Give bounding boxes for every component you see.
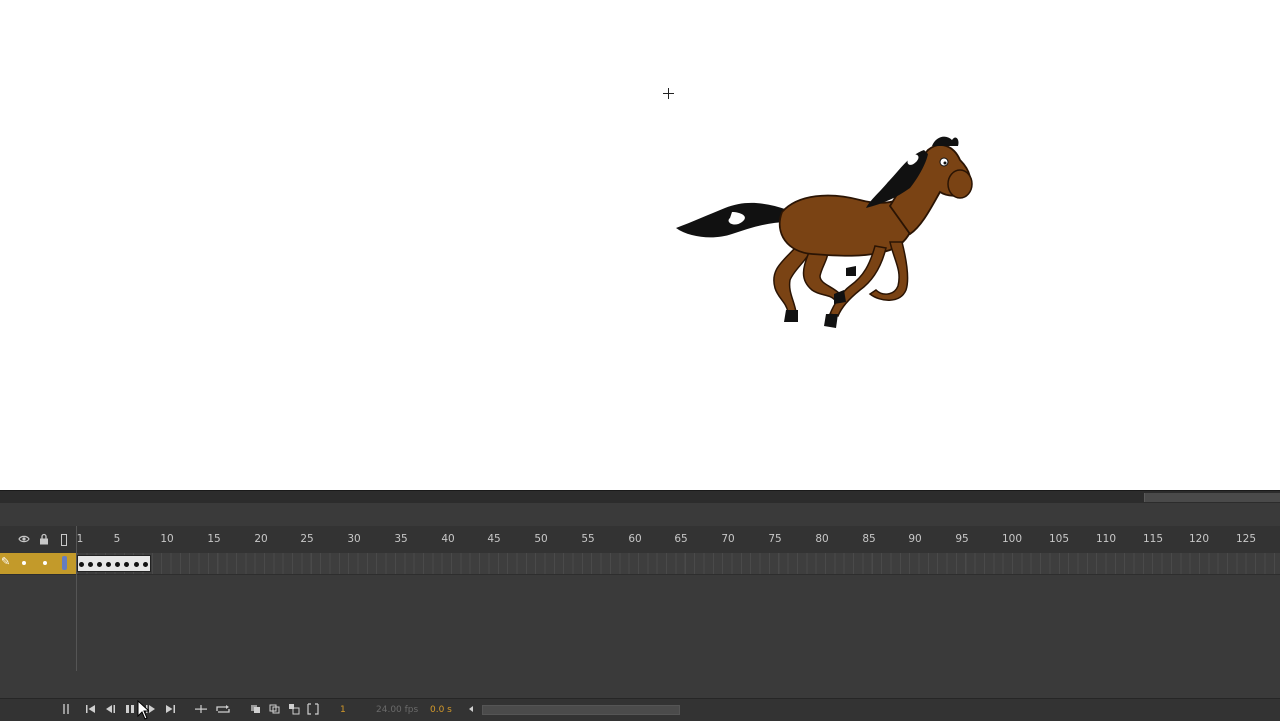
ruler-label: 20 [254,533,268,545]
timeline-panel: 1 5 10 15 20 25 30 35 40 45 50 55 60 65 … [0,526,1280,721]
empty-layer-area[interactable] [0,575,1280,698]
ruler-label: 105 [1048,533,1070,545]
timeline-scroll-thumb[interactable] [482,705,680,715]
step-back-icon[interactable] [104,703,118,717]
ruler-label: 125 [1235,533,1257,545]
ruler-label: 55 [581,533,595,545]
ruler-label: 75 [768,533,782,545]
crosshair-icon [662,87,675,100]
go-to-first-frame-icon[interactable] [84,703,98,717]
keyframe[interactable] [143,562,148,567]
frame-rate[interactable]: 24.00 fps [376,704,418,716]
pencil-icon: ✎ [1,555,11,568]
visibility-dot[interactable] [22,561,26,565]
ruler-label: 115 [1142,533,1164,545]
ruler-label: 85 [862,533,876,545]
eye-icon[interactable] [18,533,30,545]
scroll-left-icon[interactable] [466,703,476,717]
ruler-label: 90 [908,533,922,545]
ruler-label: 110 [1095,533,1117,545]
ruler-label: 40 [441,533,455,545]
onion-skin-outlines-icon[interactable] [268,703,282,717]
keyframe[interactable] [79,562,84,567]
layer-column-divider [76,526,77,671]
timeline-toolbar: 1 24.00 fps 0.0 s [0,698,1280,721]
ruler-label: 100 [1001,533,1023,545]
layer-row[interactable]: ✎ [0,553,1280,575]
center-frame-icon[interactable] [194,703,208,717]
keyframe[interactable] [124,562,129,567]
lock-icon[interactable] [38,533,50,545]
lock-dot[interactable] [43,561,47,565]
keyframe[interactable] [134,562,139,567]
ruler-label: 120 [1188,533,1210,545]
ruler-label: 35 [394,533,408,545]
ruler-label: 70 [721,533,735,545]
stage-scroll-thumb[interactable] [1144,493,1280,502]
ruler-label: 60 [628,533,642,545]
ruler-label: 80 [815,533,829,545]
onion-skin-icon[interactable] [249,703,263,717]
ruler-label: 50 [534,533,548,545]
frames-strip[interactable] [77,553,1280,574]
stage-canvas[interactable] [0,0,1280,490]
elapsed-time[interactable]: 0.0 s [430,704,452,716]
frame-ruler[interactable]: 1 5 10 15 20 25 30 35 40 45 50 55 60 65 … [0,526,1280,554]
ruler-label: 25 [300,533,314,545]
loop-icon[interactable] [215,703,231,717]
ruler-label: 1 [76,533,84,545]
keyframe[interactable] [106,562,111,567]
ruler-label: 15 [207,533,221,545]
mouse-cursor-icon [137,700,149,720]
horse-illustration[interactable] [670,130,980,345]
modify-markers-icon[interactable] [306,703,320,717]
panel-divider [0,503,1280,526]
ruler-label: 95 [955,533,969,545]
layer-name-cell[interactable]: ✎ [0,553,76,574]
current-frame[interactable]: 1 [340,704,346,716]
keyframe[interactable] [97,562,102,567]
playhead-marker[interactable] [62,556,67,570]
go-to-last-frame-icon[interactable] [163,703,177,717]
play-pause-icon[interactable] [123,703,137,717]
ruler-label: 30 [347,533,361,545]
ruler-label: 65 [674,533,688,545]
panel-grip-icon[interactable] [62,703,70,717]
outline-icon[interactable] [61,534,67,546]
edit-multiple-frames-icon[interactable] [287,703,301,717]
keyframe[interactable] [88,562,93,567]
ruler-label: 45 [487,533,501,545]
keyframe[interactable] [115,562,120,567]
stage-horizontal-scrollbar[interactable] [0,490,1280,504]
ruler-label: 5 [113,533,121,545]
ruler-label: 10 [160,533,174,545]
